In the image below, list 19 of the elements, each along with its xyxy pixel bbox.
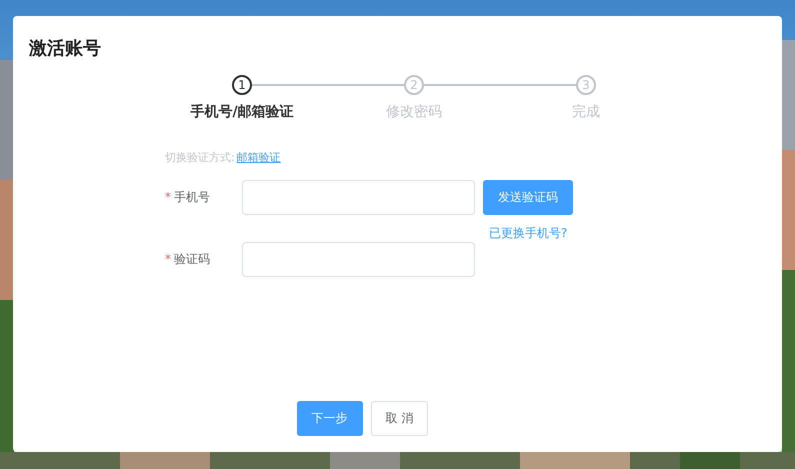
step-number: 1 <box>232 75 252 95</box>
next-button[interactable]: 下一步 <box>296 401 363 436</box>
switch-method-label: 切换验证方式: <box>165 150 235 165</box>
step-label: 手机号/邮箱验证 <box>190 103 294 121</box>
field-label: 手机号 <box>174 190 210 204</box>
required-mark: * <box>165 190 171 204</box>
dialog-title: 激活账号 <box>29 37 102 61</box>
input-field[interactable] <box>242 242 475 277</box>
send-code-button[interactable]: 发送验证码 <box>483 180 573 215</box>
step-label: 完成 <box>572 103 600 121</box>
step-number: 2 <box>404 75 424 95</box>
changed-phone-link[interactable]: 已更换手机号? <box>488 225 568 242</box>
required-mark: * <box>165 252 171 266</box>
field-label: 验证码 <box>174 252 210 266</box>
step-number: 3 <box>576 75 596 95</box>
step-label: 修改密码 <box>386 103 442 121</box>
cancel-button[interactable]: 取 消 <box>370 401 428 436</box>
input-field[interactable] <box>242 180 475 215</box>
email-verify-link[interactable]: 邮箱验证 <box>236 150 281 165</box>
